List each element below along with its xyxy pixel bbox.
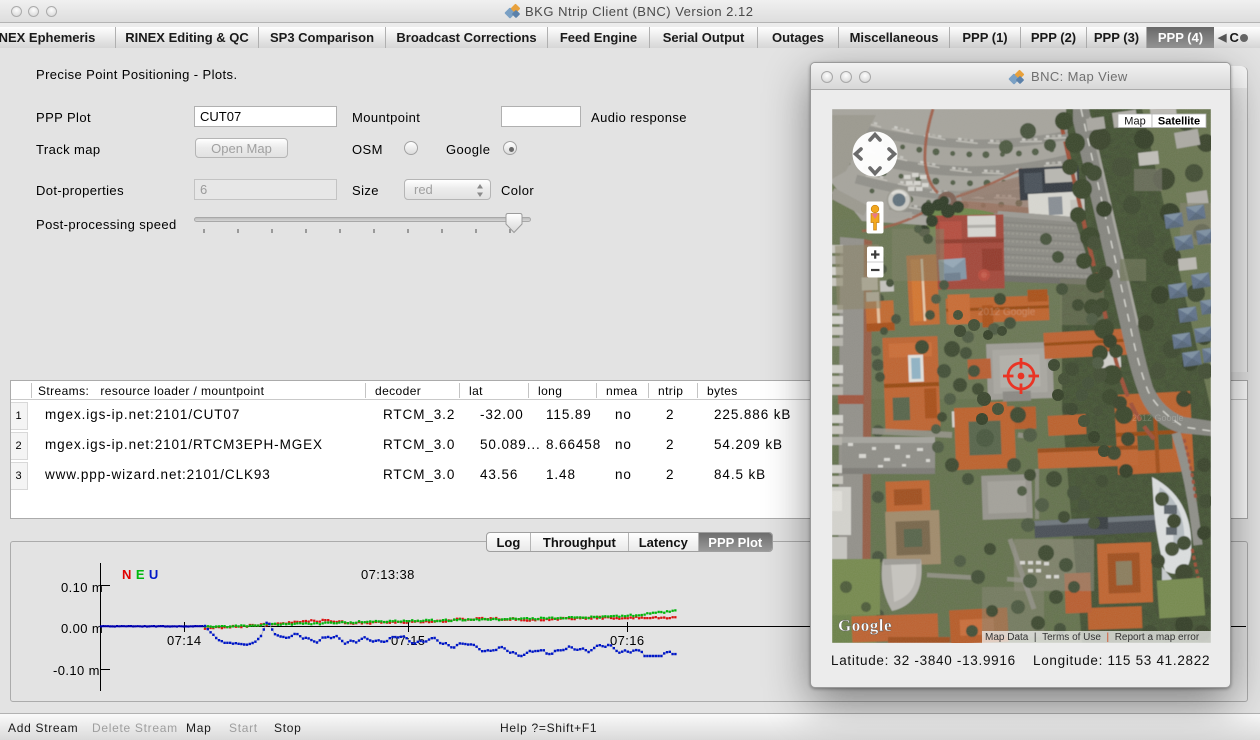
svg-text:Map: Map bbox=[1124, 116, 1145, 128]
svg-text:Satellite: Satellite bbox=[1158, 116, 1200, 128]
svg-text:Map Data | Terms of Use |: Map Data | Terms of Use | Report a map e… bbox=[985, 632, 1200, 643]
svg-text:Google: Google bbox=[838, 616, 892, 635]
